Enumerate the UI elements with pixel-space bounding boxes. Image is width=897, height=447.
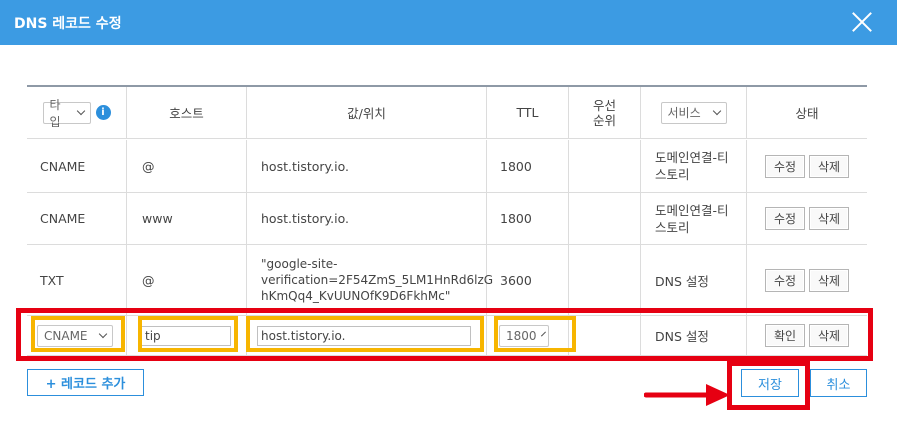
row-type: CNAME xyxy=(27,140,127,192)
row-value-line2: verification=2F54ZmS_5LM1HnRd6lzG xyxy=(261,273,494,287)
row-priority xyxy=(569,140,641,192)
row-ttl: 1800 xyxy=(487,140,569,192)
add-record-button[interactable]: + 레코드 추가 xyxy=(27,369,144,396)
row-value: host.tistory.io. xyxy=(247,140,487,192)
row-type: TXT xyxy=(27,245,127,315)
row-host: @ xyxy=(127,140,247,192)
header-host: 호스트 xyxy=(127,87,247,138)
row-priority xyxy=(569,193,641,244)
host-highlight xyxy=(138,316,238,352)
row-ttl: 1800 xyxy=(487,193,569,244)
row-actions: 수정 삭제 xyxy=(747,140,867,192)
edit-button[interactable]: 수정 xyxy=(765,154,805,178)
chevron-down-icon xyxy=(712,106,721,116)
row-actions: 수정 삭제 xyxy=(747,245,867,315)
cancel-button[interactable]: 취소 xyxy=(810,369,867,397)
table-header: 타입 i 호스트 값/위치 TTL 우선 순위 서비스 상태 xyxy=(27,87,867,139)
row-priority xyxy=(569,245,641,315)
edit-button[interactable]: 수정 xyxy=(765,268,805,292)
service-filter-label: 서비스 xyxy=(667,106,701,120)
header-status: 상태 xyxy=(795,106,819,121)
row-type: CNAME xyxy=(27,193,127,244)
header-ttl: TTL xyxy=(487,87,569,138)
row-service-line1: 도메인연결-티 xyxy=(655,150,729,165)
row-actions: 수정 삭제 xyxy=(747,193,867,244)
header-value: 값/위치 xyxy=(247,87,487,138)
delete-button[interactable]: 삭제 xyxy=(809,268,849,292)
service-filter-select[interactable]: 서비스 xyxy=(660,101,727,124)
row-service: DNS 설정 xyxy=(641,245,747,315)
row-host: www xyxy=(127,193,247,244)
row-host: @ xyxy=(127,245,247,315)
table-row: TXT @ "google-site- verification=2F54ZmS… xyxy=(27,245,867,316)
delete-button[interactable]: 삭제 xyxy=(809,154,849,178)
row-service-line1: 도메인연결-티 xyxy=(655,202,729,218)
close-icon[interactable] xyxy=(849,9,875,35)
value-highlight xyxy=(246,316,484,352)
header-type-cell: 타입 i xyxy=(27,87,127,138)
row-service-line2: 스토리 xyxy=(655,167,690,182)
header-priority-line2: 순위 xyxy=(592,112,616,128)
arrow-right-icon xyxy=(644,384,730,406)
header-priority-line1: 우선 xyxy=(592,97,616,113)
info-icon[interactable]: i xyxy=(95,105,111,120)
row-value-line3: hKmQq4_KvUUNOfK9D6FkhMc" xyxy=(261,289,451,303)
row-value-line1: "google-site- xyxy=(261,257,338,271)
edit-button[interactable]: 수정 xyxy=(765,207,805,230)
row-service-line2: 스토리 xyxy=(655,219,690,235)
row-ttl: 3600 xyxy=(487,245,569,315)
row-service: 도메인연결-티 스토리 xyxy=(641,193,747,244)
save-button[interactable]: 저장 xyxy=(741,369,799,397)
delete-button[interactable]: 삭제 xyxy=(809,207,849,230)
table-row: CNAME www host.tistory.io. 1800 도메인연결-티 … xyxy=(27,193,867,245)
header-service-cell: 서비스 xyxy=(641,87,747,138)
type-highlight xyxy=(31,316,125,352)
type-filter-select[interactable]: 타입 xyxy=(42,98,91,129)
dialog-title: DNS 레코드 수정 xyxy=(14,16,122,32)
ttl-highlight xyxy=(494,316,576,352)
dialog-titlebar: DNS 레코드 수정 xyxy=(0,0,897,45)
chevron-down-icon xyxy=(76,106,85,116)
row-service: 도메인연결-티 스토리 xyxy=(641,140,747,192)
row-value: host.tistory.io. xyxy=(247,193,487,244)
row-value: "google-site- verification=2F54ZmS_5LM1H… xyxy=(247,245,493,315)
table-row: CNAME @ host.tistory.io. 1800 도메인연결-티 스토… xyxy=(27,140,867,193)
type-filter-label: 타입 xyxy=(49,97,61,129)
header-priority: 우선 순위 xyxy=(569,87,641,138)
